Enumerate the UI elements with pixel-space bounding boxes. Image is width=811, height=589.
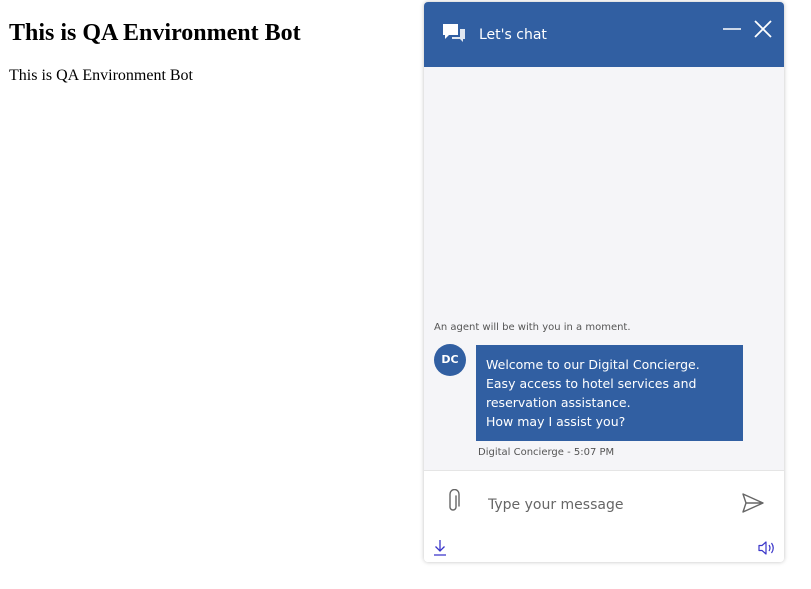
page-text: This is QA Environment Bot: [9, 67, 193, 84]
system-message: An agent will be with you in a moment.: [434, 322, 631, 333]
message-timestamp: Digital Concierge - 5:07 PM: [478, 447, 615, 458]
message-bubble: Welcome to our Digital Concierge. Easy a…: [476, 345, 743, 441]
chat-title: Let's chat: [479, 27, 547, 43]
send-icon[interactable]: [741, 492, 765, 514]
paperclip-icon[interactable]: [444, 489, 462, 515]
avatar: DC: [434, 344, 466, 376]
message-input[interactable]: [486, 489, 730, 521]
chat-transcript[interactable]: An agent will be with you in a moment. D…: [424, 67, 784, 470]
speaker-icon[interactable]: [757, 540, 777, 556]
message-line: Welcome to our Digital Concierge. Easy a…: [486, 357, 700, 410]
message-line: How may I assist you?: [486, 414, 626, 429]
page-title: This is QA Environment Bot: [9, 20, 301, 46]
chat-footer: [424, 470, 784, 562]
minimize-icon[interactable]: [721, 18, 743, 40]
close-icon[interactable]: [752, 18, 774, 40]
download-icon[interactable]: [432, 539, 448, 557]
chat-header: Let's chat: [424, 2, 784, 67]
chat-bubbles-icon: [443, 24, 465, 42]
chat-widget: Let's chat An agent will be with you in …: [424, 2, 784, 562]
